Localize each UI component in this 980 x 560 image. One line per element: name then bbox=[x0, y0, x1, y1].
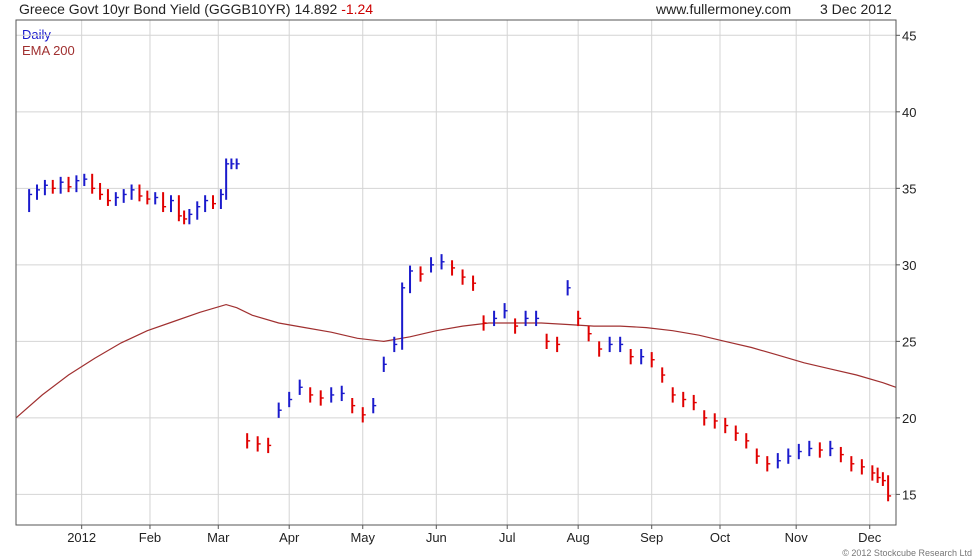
y-tick-label: 25 bbox=[902, 334, 916, 349]
x-tick-label: 2012 bbox=[67, 530, 96, 545]
y-tick-label: 35 bbox=[902, 181, 916, 196]
x-tick-label: Apr bbox=[279, 530, 300, 545]
ema-layer bbox=[15, 303, 897, 419]
x-tick-label: Mar bbox=[207, 530, 230, 545]
x-axis: 2012 Feb Mar Apr May Jun Jul Aug Sep Oct Nov Dec bbox=[67, 525, 882, 545]
x-tick-label: Dec bbox=[858, 530, 882, 545]
y-tick-label: 45 bbox=[902, 28, 916, 43]
chart-plot: 15 20 25 30 35 40 45 2012 Feb Mar Apr May Jun Jul Aug… bbox=[15, 19, 916, 545]
x-tick-label: Jun bbox=[426, 530, 447, 545]
plot-frame bbox=[15, 19, 897, 526]
x-tick-label: Sep bbox=[640, 530, 663, 545]
x-tick-label: Oct bbox=[710, 530, 731, 545]
x-tick-label: Nov bbox=[785, 530, 809, 545]
x-tick-label: May bbox=[350, 530, 375, 545]
grid-lines bbox=[16, 20, 896, 525]
x-tick-label: Feb bbox=[139, 530, 161, 545]
y-axis: 15 20 25 30 35 40 45 bbox=[896, 28, 916, 502]
copyright-text: © 2012 Stockcube Research Ltd bbox=[842, 548, 972, 558]
x-tick-label: Jul bbox=[499, 530, 516, 545]
ema200-line bbox=[15, 303, 897, 419]
y-tick-label: 40 bbox=[902, 105, 916, 120]
y-tick-label: 30 bbox=[902, 258, 916, 273]
y-tick-label: 20 bbox=[902, 411, 916, 426]
price-bars bbox=[28, 158, 892, 502]
x-tick-label: Aug bbox=[567, 530, 590, 545]
y-tick-label: 15 bbox=[902, 487, 916, 502]
